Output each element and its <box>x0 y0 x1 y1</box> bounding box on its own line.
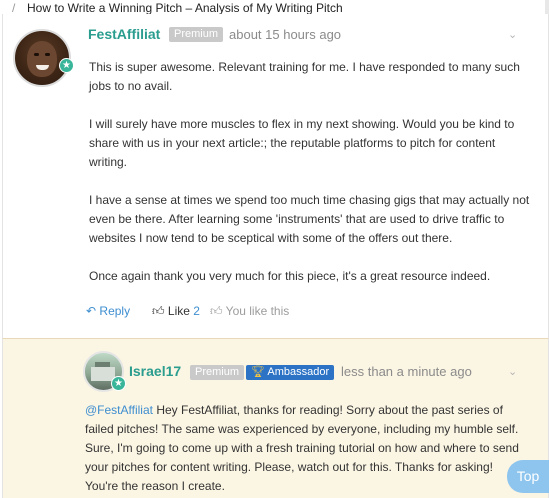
reply-button[interactable]: ↶ Reply <box>86 304 130 318</box>
comment-paragraph: Once again thank you very much for this … <box>89 269 491 283</box>
reply-author[interactable]: Israel17 <box>129 363 181 379</box>
comment: ★ FestAffiliat Premium about 15 hours ag… <box>2 14 549 338</box>
comment-paragraph: This is super awesome. Relevant training… <box>89 60 520 93</box>
reply-time[interactable]: less than a minute ago <box>341 364 472 379</box>
scroll-to-top-button[interactable]: Top <box>507 460 549 493</box>
chevron-down-icon[interactable]: ⌄ <box>508 365 517 378</box>
thumbs-up-icon: 👍︎ <box>152 304 165 318</box>
ambassador-label: Ambassador <box>267 366 330 378</box>
reply-comment: ★ Israel17 Premium 🏆︎ Ambassador less th… <box>2 338 549 498</box>
comment-author[interactable]: FestAffiliat <box>88 26 160 42</box>
comment-paragraph: I will surely have more muscles to flex … <box>89 117 515 169</box>
avatar-eye <box>34 53 39 56</box>
comment-time[interactable]: about 15 hours ago <box>229 27 341 42</box>
chevron-down-icon[interactable]: ⌄ <box>508 28 517 41</box>
reply-icon: ↶ <box>86 304 97 318</box>
reply-label: Reply <box>99 304 131 318</box>
comment-paragraph: I have a sense at times we spend too muc… <box>89 193 530 245</box>
you-like-this: 👍︎ You like this <box>210 304 289 319</box>
like-label: Like <box>167 304 190 318</box>
avatar-face <box>27 41 57 77</box>
premium-badge: Premium <box>190 365 245 380</box>
premium-badge: Premium <box>169 27 224 42</box>
reply-body: @FestAffiliat Hey FestAffiliat, thanks f… <box>85 401 525 496</box>
star-icon: ★ <box>111 376 126 391</box>
like-count[interactable]: 2 <box>193 304 200 318</box>
you-like-label: You like this <box>225 304 290 318</box>
avatar-eye <box>45 53 50 56</box>
star-icon: ★ <box>59 58 74 73</box>
breadcrumb-separator: / <box>12 1 16 15</box>
thumbs-up-icon: 👍︎ <box>210 304 223 318</box>
comment-body: This is super awesome. Relevant training… <box>89 58 534 305</box>
like-button[interactable]: 👍︎ Like 2 <box>152 304 200 319</box>
breadcrumb-title[interactable]: How to Write a Winning Pitch – Analysis … <box>27 1 343 15</box>
trophy-icon: 🏆︎ <box>251 366 265 378</box>
mention-link[interactable]: @FestAffiliat <box>85 403 153 417</box>
ambassador-badge: 🏆︎ Ambassador <box>246 365 335 380</box>
